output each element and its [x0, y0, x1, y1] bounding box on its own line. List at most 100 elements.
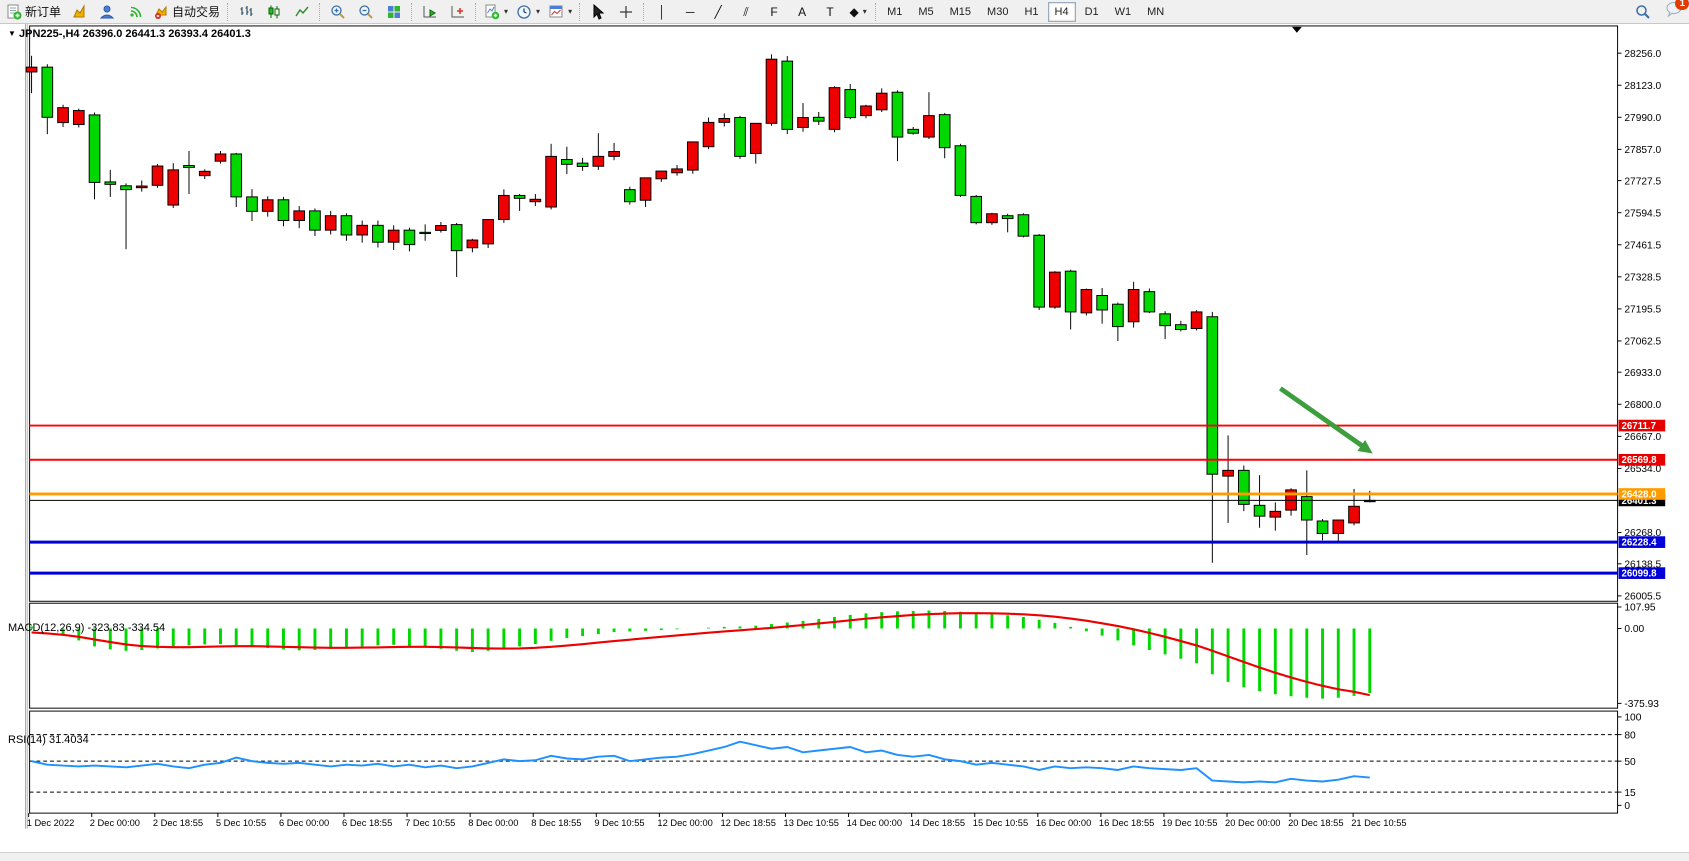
indicators-button[interactable]: ▾ [480, 1, 512, 23]
timeframe-m30[interactable]: M30 [980, 2, 1015, 22]
candle-body [1128, 289, 1139, 321]
indicators-icon [484, 4, 500, 20]
candle-body [514, 195, 525, 198]
time-axis-label: 8 Dec 18:55 [531, 818, 581, 828]
candle-body [750, 123, 761, 153]
symbol-dropdown-icon[interactable]: ▼ [8, 29, 16, 38]
periods-button[interactable]: ▾ [512, 1, 544, 23]
price-axis-label: 27328.5 [1624, 273, 1661, 284]
candle-body [1191, 312, 1202, 329]
candlestick-chart[interactable]: 28256.028123.027990.027857.027727.527594… [0, 24, 1689, 852]
time-axis-label: 7 Dec 10:55 [405, 818, 455, 828]
candle-chart-button[interactable] [260, 1, 288, 23]
dropdown-arrow-icon[interactable]: ▾ [863, 6, 867, 18]
candle-body [373, 225, 384, 242]
candle-body [1333, 520, 1344, 534]
templates-button[interactable]: ▾ [544, 1, 576, 23]
price-tag-label: 26099.8 [1621, 569, 1657, 580]
timeframe-m1[interactable]: M1 [880, 2, 909, 22]
timeframe-group: M1M5M15M30H1H4D1W1MN [880, 2, 1171, 22]
candle-body [687, 142, 698, 170]
chart-shift-button[interactable] [444, 1, 472, 23]
candle-body [215, 154, 226, 161]
candle-body [782, 61, 793, 129]
vertical-line-icon: │ [658, 6, 666, 18]
toolbar-separator [643, 3, 645, 21]
time-axis-label: 15 Dec 10:55 [973, 818, 1028, 828]
macd-pane[interactable] [30, 603, 1618, 708]
price-tag-label: 26569.8 [1621, 455, 1657, 466]
price-axis-label: 26005.5 [1624, 592, 1661, 603]
timeframe-h1[interactable]: H1 [1017, 2, 1045, 22]
timeframe-m15[interactable]: M15 [943, 2, 978, 22]
line-chart-button[interactable] [288, 1, 316, 23]
tile-windows-button[interactable] [380, 1, 408, 23]
time-axis-label: 2 Dec 18:55 [153, 818, 203, 828]
timeframe-w1[interactable]: W1 [1108, 2, 1139, 22]
navigator-button[interactable] [93, 1, 121, 23]
text-icon: A [798, 6, 806, 18]
vertical-line-button[interactable]: │ [648, 1, 676, 23]
cursor-button[interactable] [584, 1, 612, 23]
candle-body [483, 220, 494, 244]
rsi-axis-label: 15 [1624, 788, 1636, 799]
candle-body [735, 118, 746, 157]
auto-scroll-button[interactable] [416, 1, 444, 23]
candle-body [876, 93, 887, 110]
crosshair-button[interactable] [612, 1, 640, 23]
price-tag-label: 26228.4 [1621, 538, 1657, 549]
candle-body [719, 119, 730, 123]
channel-button[interactable]: ⫽ [732, 1, 760, 23]
price-axis-label: 27461.5 [1624, 240, 1661, 251]
shapes-button[interactable]: ◆ ▾ [844, 1, 872, 23]
dropdown-arrow-icon[interactable]: ▾ [536, 7, 540, 16]
toolbar-separator [875, 3, 877, 21]
timeframe-mn[interactable]: MN [1140, 2, 1171, 22]
candle-body [404, 230, 415, 244]
signals-icon [127, 4, 143, 20]
price-axis-label: 28256.0 [1624, 49, 1661, 60]
dropdown-arrow-icon[interactable]: ▾ [568, 7, 572, 16]
candle-body [388, 230, 399, 242]
candle-body [1034, 235, 1045, 307]
candle-body [26, 67, 37, 72]
search-button[interactable] [1629, 1, 1657, 23]
text-button[interactable]: A [788, 1, 816, 23]
candle-body [42, 67, 53, 117]
trendline-button[interactable]: ╱ [704, 1, 732, 23]
text-label-button[interactable]: T [816, 1, 844, 23]
candle-body [829, 88, 840, 130]
search-icon [1635, 4, 1651, 20]
zoom-in-button[interactable] [324, 1, 352, 23]
bar-chart-button[interactable] [232, 1, 260, 23]
templates-icon [548, 4, 564, 20]
timeframe-d1[interactable]: D1 [1078, 2, 1106, 22]
auto-trading-button[interactable]: 自动交易 [149, 1, 224, 23]
zoom-out-button[interactable] [352, 1, 380, 23]
rsi-indicator-label: RSI(14) 31.4034 [8, 734, 89, 746]
price-axis-label: 26667.0 [1624, 432, 1661, 443]
candle-body [609, 152, 620, 157]
price-axis-label: 27857.0 [1624, 145, 1661, 156]
timeframe-h4[interactable]: H4 [1048, 2, 1076, 22]
time-axis-label: 13 Dec 10:55 [784, 818, 839, 828]
fibonacci-icon: F [770, 6, 777, 18]
chat-button[interactable]: 1 [1665, 1, 1683, 22]
candle-body [73, 111, 84, 125]
signals-button[interactable] [121, 1, 149, 23]
horizontal-line-button[interactable]: ─ [676, 1, 704, 23]
price-axis-label: 27195.5 [1624, 305, 1661, 316]
new-order-button[interactable]: 新订单 [2, 1, 65, 23]
timeframe-m5[interactable]: M5 [911, 2, 940, 22]
market-watch-button[interactable] [65, 1, 93, 23]
trendline-icon: ╱ [714, 6, 721, 18]
toolbar-separator [579, 3, 581, 21]
price-tag-label: 26428.0 [1621, 489, 1656, 500]
price-axis-label: 27062.5 [1624, 337, 1661, 348]
candle-body [121, 186, 132, 190]
main-price-pane[interactable] [30, 26, 1618, 601]
fibonacci-button[interactable]: F [760, 1, 788, 23]
candle-body [1160, 314, 1171, 326]
candle-body [247, 197, 258, 211]
dropdown-arrow-icon[interactable]: ▾ [504, 7, 508, 16]
